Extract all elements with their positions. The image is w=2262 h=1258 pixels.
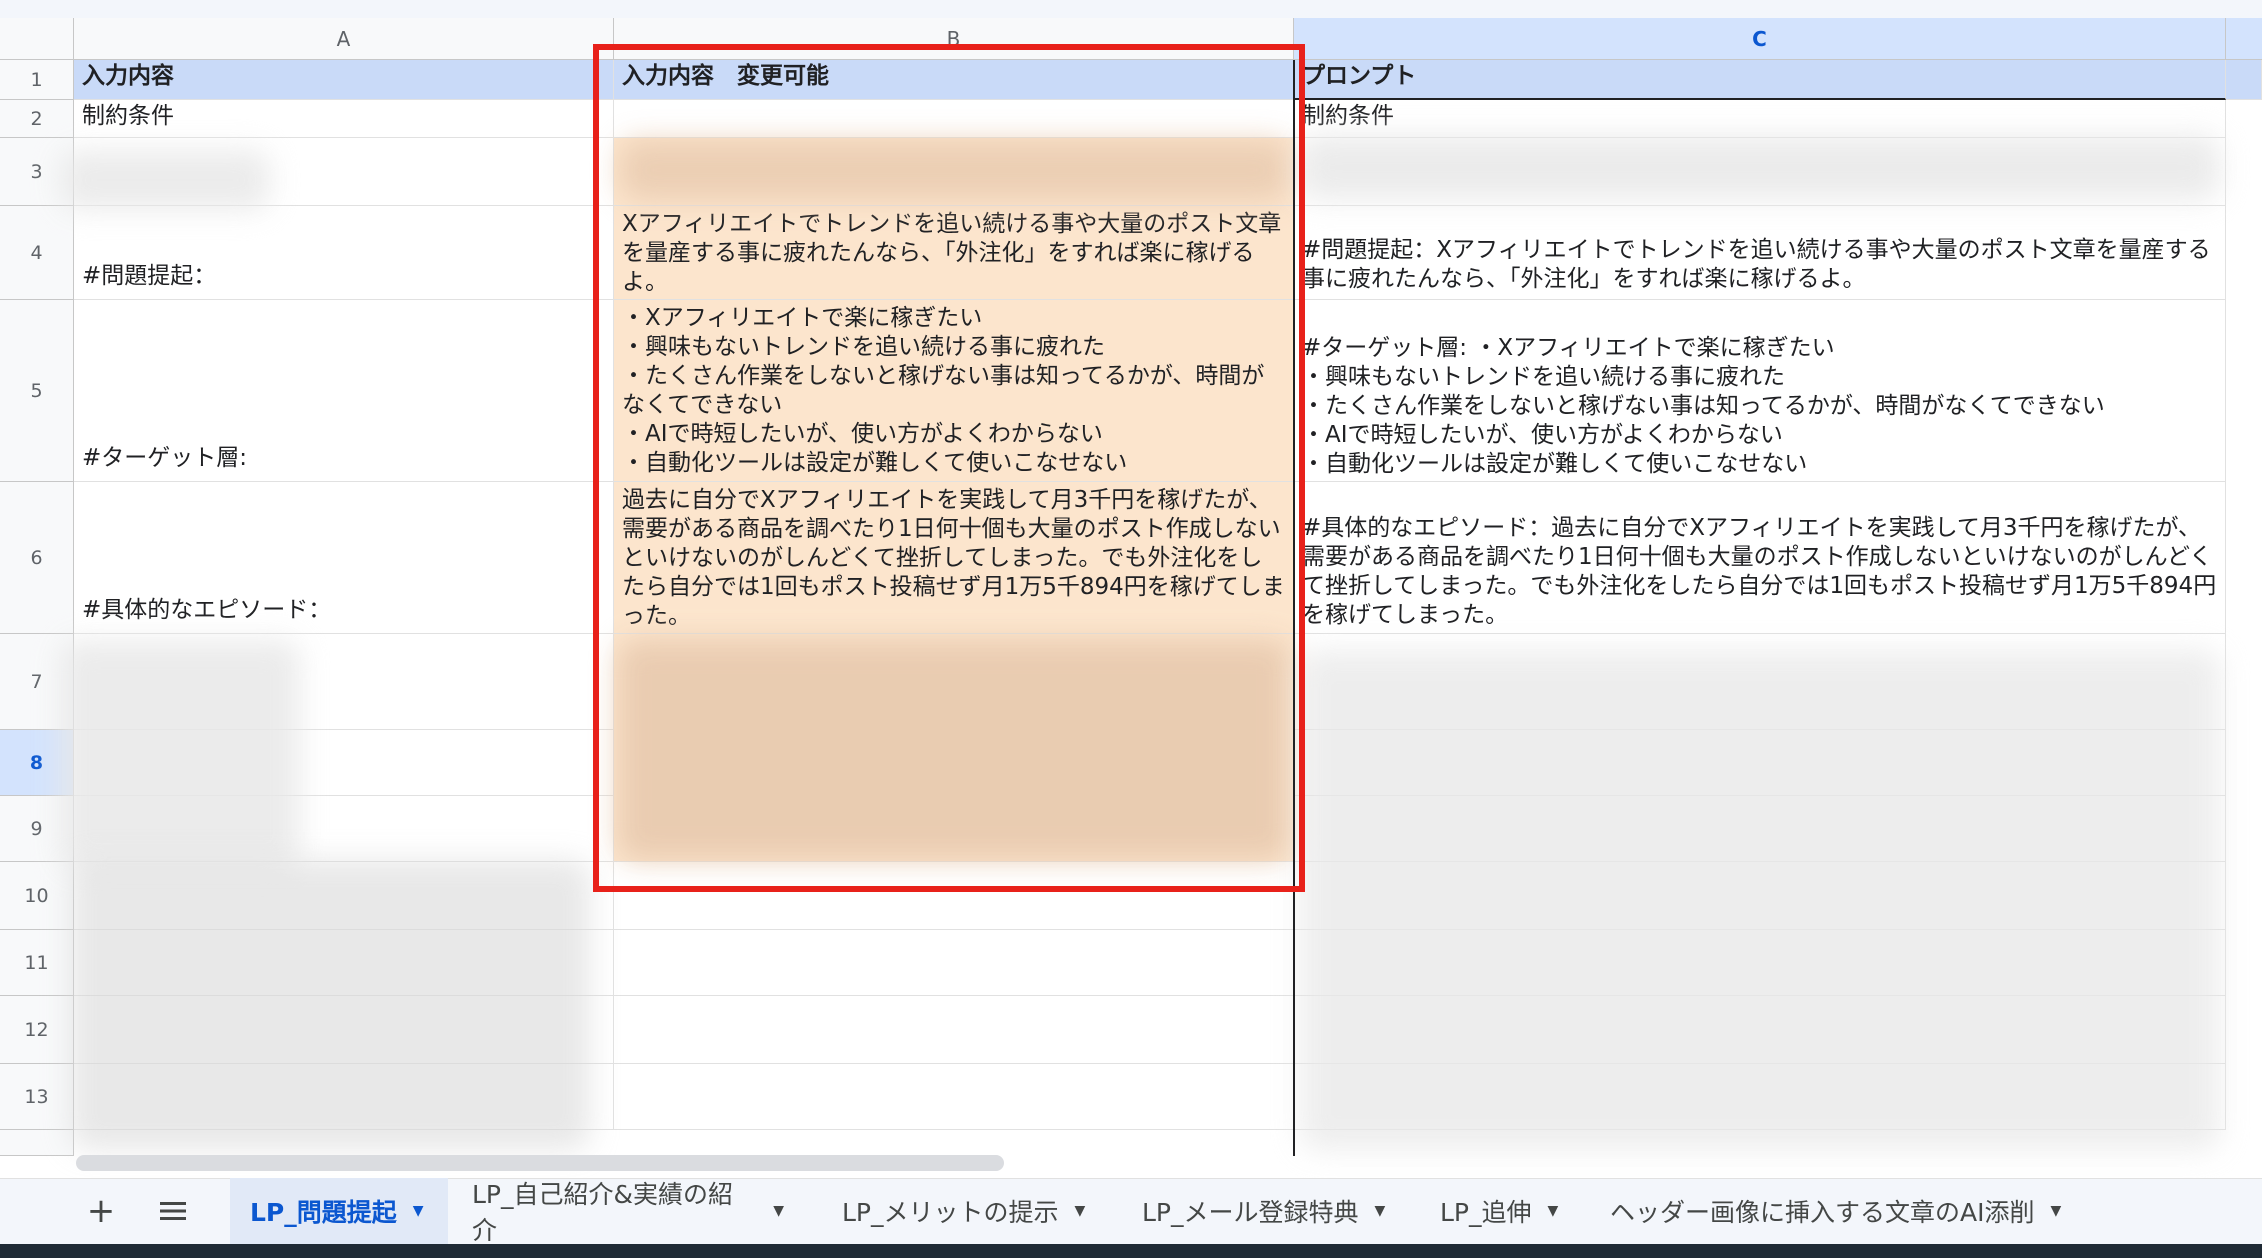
sheet-tab-merit[interactable]: LP_メリットの提示 ▼	[822, 1178, 1124, 1244]
redacted-b7-b9	[618, 640, 1290, 860]
cell-c4[interactable]: #問題提起：Xアフィリエイトでトレンドを追い続ける事や大量のポスト文章を量産する…	[1294, 206, 2226, 300]
column-header-b[interactable]: B	[614, 18, 1294, 60]
row-header-4[interactable]: 4	[0, 206, 74, 300]
sheet-tab-header-text[interactable]: ヘッダー画像に挿入する文章のAI添削 ▼	[1590, 1178, 2100, 1244]
cell-d1[interactable]	[2226, 60, 2262, 100]
sheet-tab-label: LP_問題提起	[250, 1198, 397, 1227]
caret-down-icon[interactable]: ▼	[1075, 1203, 1086, 1219]
row-header-14[interactable]	[0, 1130, 74, 1156]
sheet-tab-label: LP_自己紹介&実績の紹介	[472, 1180, 733, 1245]
row-header-1[interactable]: 1	[0, 60, 74, 100]
row-header-11[interactable]: 11	[0, 930, 74, 996]
sheet-tab-label: LP_メール登録特典	[1142, 1198, 1359, 1227]
redacted-a3	[60, 150, 270, 210]
cell-a1[interactable]: 入力内容	[74, 60, 614, 100]
caret-down-icon[interactable]: ▼	[1375, 1203, 1386, 1219]
row-header-12[interactable]: 12	[0, 996, 74, 1064]
window-bottom-edge	[0, 1244, 2262, 1258]
column-c-left-border	[1293, 60, 1295, 1156]
redacted-c3	[1300, 135, 2220, 200]
cell-c2[interactable]: 制約条件	[1294, 100, 2226, 138]
caret-down-icon[interactable]: ▼	[413, 1203, 424, 1219]
horizontal-scrollbar[interactable]	[76, 1155, 1004, 1171]
add-sheet-button[interactable]: +	[78, 1178, 124, 1244]
row-header-13[interactable]: 13	[0, 1064, 74, 1130]
row-header-10[interactable]: 10	[0, 862, 74, 930]
caret-down-icon[interactable]: ▼	[1548, 1203, 1559, 1219]
hamburger-icon	[160, 1202, 186, 1220]
column-header-d[interactable]	[2226, 18, 2262, 60]
sheet-tab-label: LP_追伸	[1440, 1198, 1532, 1227]
column-header-c[interactable]: C	[1294, 18, 2226, 60]
all-sheets-button[interactable]	[150, 1178, 196, 1244]
redacted-b3	[620, 140, 1290, 200]
cell-b10[interactable]	[614, 862, 1294, 930]
redacted-a7-a9	[60, 640, 300, 870]
cell-b2[interactable]	[614, 100, 1294, 138]
cell-a5[interactable]: #ターゲット層:	[74, 300, 614, 482]
cell-c6[interactable]: #具体的なエピソード：過去に自分でXアフィリエイトを実践して月3千円を稼げたが、…	[1294, 482, 2226, 634]
column-header-a[interactable]: A	[74, 18, 614, 60]
sheet-tab-intro[interactable]: LP_自己紹介&実績の紹介 ▼	[452, 1178, 804, 1245]
sheet-tab-bonus[interactable]: LP_メール登録特典 ▼	[1122, 1178, 1412, 1244]
cell-b4[interactable]: Xアフィリエイトでトレンドを追い続ける事や大量のポスト文章を量産する事に疲れたん…	[614, 206, 1294, 300]
cell-b11[interactable]	[614, 930, 1294, 996]
cell-b1[interactable]: 入力内容 変更可能	[614, 60, 1294, 100]
sheet-tab-label: LP_メリットの提示	[842, 1198, 1059, 1227]
row-header-6[interactable]: 6	[0, 482, 74, 634]
cell-a2[interactable]: 制約条件	[74, 100, 614, 138]
plus-icon: +	[86, 1191, 116, 1231]
cell-b6[interactable]: 過去に自分でXアフィリエイトを実践して月3千円を稼げたが、需要がある商品を調べた…	[614, 482, 1294, 634]
toolbar-edge	[0, 0, 2262, 18]
select-all-corner[interactable]	[0, 18, 74, 60]
caret-down-icon[interactable]: ▼	[773, 1203, 784, 1219]
redacted-a10-a13	[70, 860, 590, 1150]
cell-a6[interactable]: #具体的なエピソード：	[74, 482, 614, 634]
sheet-tab-label: ヘッダー画像に挿入する文章のAI添削	[1610, 1198, 2035, 1227]
cell-a4[interactable]: #問題提起：	[74, 206, 614, 300]
cell-c1[interactable]: プロンプト	[1294, 60, 2226, 100]
cell-b5[interactable]: ・Xアフィリエイトで楽に稼ぎたい ・興味もないトレンドを追い続ける事に疲れた ・…	[614, 300, 1294, 482]
sheet-tab-problem[interactable]: LP_問題提起 ▼	[230, 1178, 448, 1244]
row-header-5[interactable]: 5	[0, 300, 74, 482]
caret-down-icon[interactable]: ▼	[2050, 1203, 2061, 1219]
row-header-2[interactable]: 2	[0, 100, 74, 138]
sheet-tab-ps[interactable]: LP_追伸 ▼	[1420, 1178, 1590, 1244]
cell-c5[interactable]: #ターゲット層: ・Xアフィリエイトで楽に稼ぎたい ・興味もないトレンドを追い続…	[1294, 300, 2226, 482]
cell-b12[interactable]	[614, 996, 1294, 1064]
cell-b13[interactable]	[614, 1064, 1294, 1130]
redacted-c7-c13	[1300, 650, 2220, 1150]
